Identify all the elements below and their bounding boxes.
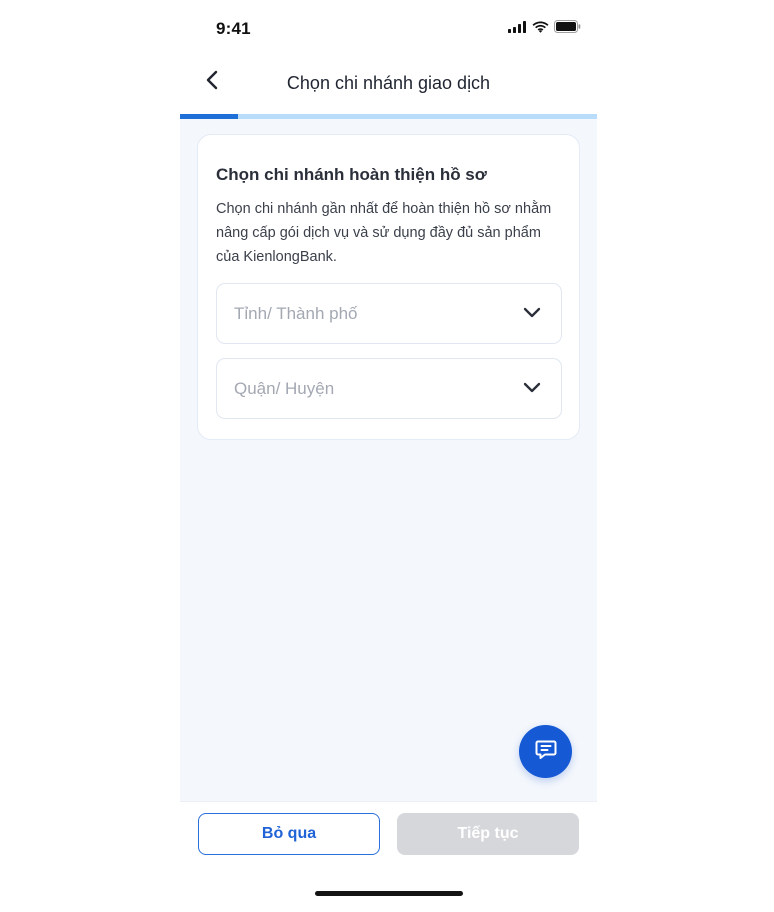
home-indicator: [315, 891, 463, 896]
card-description: Chọn chi nhánh gần nhất để hoàn thiện hồ…: [216, 201, 552, 265]
phone-screen: 9:41 Chọn chi nhánh giao dịch Chọn chi n…: [180, 0, 597, 912]
status-bar: 9:41: [180, 0, 597, 56]
page-title: Chọn chi nhánh giao dịch: [286, 73, 491, 93]
header: Chọn chi nhánh giao dịch: [180, 56, 597, 114]
chat-message-icon: [534, 737, 558, 766]
battery-icon: [554, 20, 581, 38]
main-content: Chọn chi nhánh hoàn thiện hồ sơ Chọn chi…: [180, 119, 597, 801]
footer-actions: Bỏ qua Tiếp tục: [180, 801, 597, 912]
chevron-down-icon: [523, 306, 541, 320]
branch-selection-card: Chọn chi nhánh hoàn thiện hồ sơ Chọn chi…: [197, 134, 580, 440]
province-select[interactable]: Tỉnh/ Thành phố: [216, 283, 562, 344]
cellular-signal-icon: [508, 20, 527, 38]
card-title: Chọn chi nhánh hoàn thiện hồ sơ: [216, 165, 487, 184]
continue-button: Tiếp tục: [397, 813, 579, 855]
district-select[interactable]: Quận/ Huyện: [216, 358, 562, 419]
province-select-placeholder: Tỉnh/ Thành phố: [234, 304, 358, 323]
skip-button[interactable]: Bỏ qua: [198, 813, 380, 855]
status-time: 9:41: [216, 19, 251, 38]
chat-support-button[interactable]: [519, 725, 572, 778]
chevron-down-icon: [523, 381, 541, 395]
district-select-placeholder: Quận/ Huyện: [234, 379, 335, 398]
wifi-icon: [532, 20, 549, 38]
status-icons: [508, 20, 581, 38]
